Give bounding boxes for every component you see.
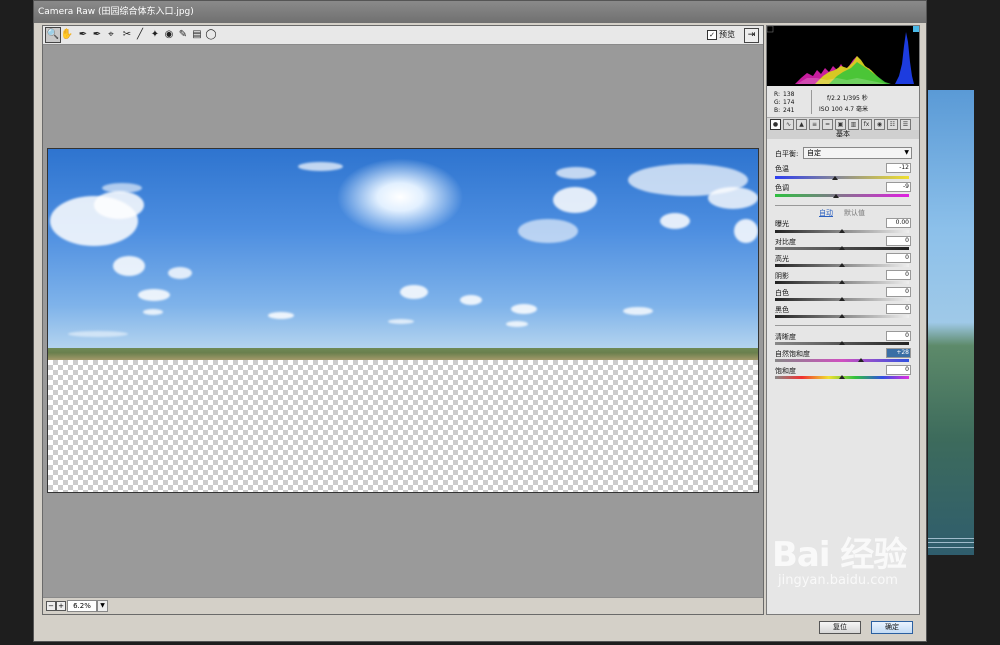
transparent-area (48, 360, 758, 492)
window-title: Camera Raw (田园综合体东入口.jpg) (34, 1, 926, 23)
temp-thumb[interactable] (832, 176, 838, 180)
chevron-down-icon[interactable]: ▼ (97, 600, 108, 612)
exposure-thumb[interactable] (839, 229, 845, 233)
zoom-out-icon[interactable]: − (46, 601, 56, 611)
split-toning-tab-icon[interactable]: ═ (822, 119, 833, 130)
white-balance-tool-icon[interactable]: ✒ (76, 28, 90, 42)
clarity-value[interactable]: 0 (886, 331, 911, 341)
right-panel: R: 138 G: 174 B: 241 f/2.2 1/395 秒 ISO 1… (766, 25, 920, 615)
horizon-ground (48, 348, 758, 360)
highlights-thumb[interactable] (839, 263, 845, 267)
tone-curve-tab-icon[interactable]: ∿ (783, 119, 794, 130)
baidu-watermark: Bai 经验 jingyan.baidu.com (772, 535, 907, 588)
check-icon[interactable]: ✓ (707, 29, 717, 40)
panel-tabs: ● ∿ ▲ ≡ ═ ▣ ▥ fx ◉ ☷ ☰ (767, 117, 919, 131)
basic-tab-icon[interactable]: ● (770, 119, 781, 130)
iso-info: ISO 100 4.7 毫米 (819, 106, 869, 113)
whites-thumb[interactable] (839, 297, 845, 301)
temp-value[interactable]: -12 (886, 163, 911, 173)
preview-checkbox[interactable]: ✓ 预览 (707, 29, 735, 40)
lens-tab-icon[interactable]: ▣ (835, 119, 846, 130)
highlights-value[interactable]: 0 (886, 253, 911, 263)
reset-button[interactable]: 复位 (819, 621, 861, 634)
vibrance-value[interactable]: +28 (886, 348, 911, 358)
preview-area: 🔍 ✋ ✒ ✒ ⌖ ✂ ╱ ✦ ◉ ✎ ▤ ◯ ✓ 预览 ⇥ − + 6.2% … (42, 25, 764, 615)
contrast-value[interactable]: 0 (886, 236, 911, 246)
straighten-tool-icon[interactable]: ╱ (133, 28, 147, 42)
snapshots-tab-icon[interactable]: ☷ (887, 119, 898, 130)
auto-link[interactable]: 自动 (819, 208, 833, 218)
histogram (766, 25, 919, 86)
adjustment-brush-icon[interactable]: ✎ (176, 28, 190, 42)
wb-dropdown[interactable]: 自定 ▼ (803, 147, 912, 159)
red-eye-icon[interactable]: ◉ (162, 28, 176, 42)
watermark-brand: Bai 经验 (772, 535, 907, 575)
background-image (928, 90, 974, 555)
preview-label: 预览 (719, 30, 735, 39)
color-sampler-icon[interactable]: ✒ (90, 28, 104, 42)
tint-thumb[interactable] (833, 194, 839, 198)
shadows-thumb[interactable] (839, 280, 845, 284)
highlight-clipping-icon (913, 26, 919, 32)
saturation-thumb[interactable] (839, 375, 845, 379)
zoom-tool-icon[interactable]: 🔍 (45, 27, 61, 43)
blacks-value[interactable]: 0 (886, 304, 911, 314)
radial-filter-icon[interactable]: ◯ (204, 28, 218, 42)
blacks-thumb[interactable] (839, 314, 845, 318)
temp-slider[interactable] (775, 176, 909, 179)
ok-button[interactable]: 确定 (871, 621, 913, 634)
default-link[interactable]: 默认值 (844, 208, 865, 218)
image-info: R: 138 G: 174 B: 241 f/2.2 1/395 秒 ISO 1… (774, 90, 869, 114)
detail-tab-icon[interactable]: ▲ (796, 119, 807, 130)
divider (775, 205, 911, 206)
targeted-adjustment-icon[interactable]: ⌖ (104, 28, 118, 42)
tint-value[interactable]: -9 (886, 182, 911, 192)
presets-tab-icon[interactable]: ◉ (874, 119, 885, 130)
clarity-thumb[interactable] (839, 341, 845, 345)
spot-removal-icon[interactable]: ✦ (148, 28, 162, 42)
fullscreen-icon[interactable]: ⇥ (744, 28, 759, 43)
exposure-value[interactable]: 0.00 (886, 218, 911, 228)
saturation-value[interactable]: 0 (886, 365, 911, 375)
crop-tool-icon[interactable]: ✂ (120, 28, 134, 42)
tint-slider[interactable] (775, 194, 909, 197)
zoom-level[interactable]: 6.2% (67, 600, 97, 612)
toolbar: 🔍 ✋ ✒ ✒ ⌖ ✂ ╱ ✦ ◉ ✎ ▤ ◯ ✓ 预览 ⇥ (43, 26, 763, 45)
effects-tab-icon[interactable]: ▥ (848, 119, 859, 130)
image-preview[interactable] (47, 148, 759, 493)
exposure-info: f/2.2 1/395 秒 (827, 95, 868, 102)
statusbar: − + 6.2% ▼ (43, 597, 763, 614)
vibrance-slider[interactable] (775, 359, 909, 362)
watermark-url: jingyan.baidu.com (778, 573, 898, 588)
wb-label: 白平衡: (775, 150, 799, 158)
hand-tool-icon[interactable]: ✋ (60, 28, 74, 42)
section-title: 基本 (767, 130, 919, 139)
vibrance-thumb[interactable] (858, 358, 864, 362)
shadows-value[interactable]: 0 (886, 270, 911, 280)
contrast-thumb[interactable] (839, 246, 845, 250)
sky (48, 149, 758, 350)
hsl-tab-icon[interactable]: ≡ (809, 119, 820, 130)
panel-menu-icon[interactable]: ☰ (900, 119, 911, 130)
histogram-chart (766, 25, 919, 86)
graduated-filter-icon[interactable]: ▤ (190, 28, 204, 42)
zoom-in-icon[interactable]: + (56, 601, 66, 611)
chevron-down-icon[interactable]: ▼ (904, 148, 909, 158)
divider (775, 325, 911, 326)
dialog-buttons: 复位 确定 (34, 615, 926, 641)
whites-value[interactable]: 0 (886, 287, 911, 297)
shadow-clipping-icon (766, 25, 774, 33)
camera-calibration-tab-icon[interactable]: fx (861, 119, 872, 130)
